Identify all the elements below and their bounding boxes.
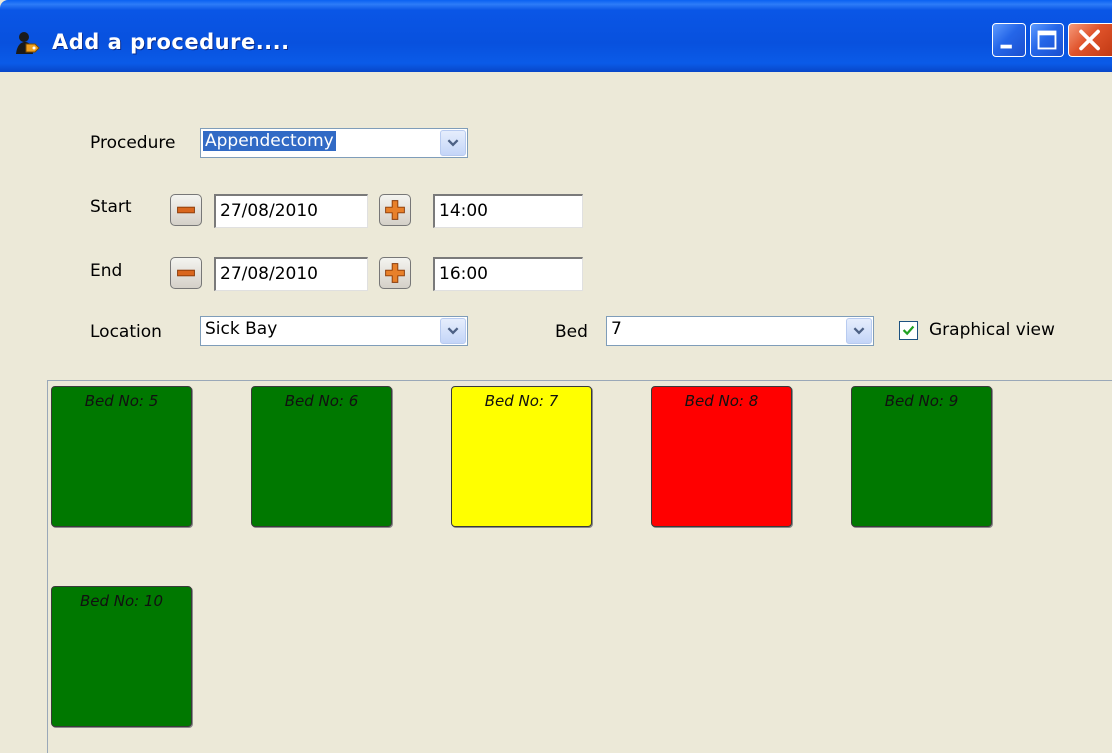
start-date-increment-button[interactable] xyxy=(379,194,411,226)
start-date-value: 27/08/2010 xyxy=(220,201,318,221)
bed-tile[interactable]: Bed No: 6 xyxy=(251,386,392,527)
minimize-icon xyxy=(1000,44,1012,49)
start-time-value: 14:00 xyxy=(439,201,488,221)
bed-tile-label: Bed No: 10 xyxy=(79,592,164,610)
bed-select[interactable]: 7 xyxy=(606,316,874,346)
bed-tile-label: Bed No: 9 xyxy=(884,392,959,410)
maximize-icon xyxy=(1037,30,1057,50)
end-label: End xyxy=(90,261,123,281)
window-title: Add a procedure.... xyxy=(52,30,290,54)
end-date-value: 27/08/2010 xyxy=(220,264,318,284)
checkmark-icon xyxy=(902,325,915,336)
bed-tile-label: Bed No: 6 xyxy=(284,392,359,410)
graphical-view-label[interactable]: Graphical view xyxy=(929,320,1055,340)
start-date-decrement-button[interactable] xyxy=(170,194,202,226)
location-select[interactable]: Sick Bay xyxy=(200,316,468,346)
maximize-button[interactable] xyxy=(1030,23,1064,57)
minimize-button[interactable] xyxy=(992,23,1026,57)
end-time-value: 16:00 xyxy=(439,264,488,284)
end-date-field[interactable]: 27/08/2010 xyxy=(214,257,368,291)
add-procedure-window: Add a procedure.... Procedure Appendecto… xyxy=(0,0,1112,753)
end-date-increment-button[interactable] xyxy=(379,257,411,289)
bed-tile-label: Bed No: 8 xyxy=(684,392,759,410)
procedure-dropdown-button[interactable] xyxy=(440,130,466,156)
bed-tile[interactable]: Bed No: 8 xyxy=(651,386,792,527)
end-date-decrement-button[interactable] xyxy=(170,257,202,289)
procedure-value: Appendectomy xyxy=(203,131,336,151)
bed-graphical-view: Bed No: 5 Bed No: 6 Bed No: 7 Bed No: 8 … xyxy=(47,380,1112,753)
procedure-label: Procedure xyxy=(90,133,176,153)
location-dropdown-button[interactable] xyxy=(440,318,466,344)
start-label: Start xyxy=(90,197,132,217)
minus-icon xyxy=(177,269,195,277)
end-time-field[interactable]: 16:00 xyxy=(433,257,583,291)
graphical-view-checkbox[interactable] xyxy=(899,321,918,340)
bed-value: 7 xyxy=(611,319,622,339)
bed-dropdown-button[interactable] xyxy=(846,318,872,344)
app-icon xyxy=(16,32,40,54)
location-value: Sick Bay xyxy=(205,319,278,339)
bed-tile[interactable]: Bed No: 9 xyxy=(851,386,992,527)
title-bar[interactable]: Add a procedure.... xyxy=(0,0,1112,72)
location-label: Location xyxy=(90,322,162,342)
bed-tile[interactable]: Bed No: 5 xyxy=(51,386,192,527)
bed-label: Bed xyxy=(555,322,588,342)
chevron-down-icon xyxy=(447,139,459,147)
bed-tile-label: Bed No: 7 xyxy=(484,392,559,410)
start-time-field[interactable]: 14:00 xyxy=(433,194,583,228)
close-button[interactable] xyxy=(1068,23,1112,57)
chevron-down-icon xyxy=(853,327,865,335)
bed-tile[interactable]: Bed No: 10 xyxy=(51,586,192,727)
start-date-field[interactable]: 27/08/2010 xyxy=(214,194,368,228)
bed-tile[interactable]: Bed No: 7 xyxy=(451,386,592,527)
close-icon xyxy=(1079,29,1100,51)
bed-tile-label: Bed No: 5 xyxy=(84,392,159,410)
procedure-select[interactable]: Appendectomy xyxy=(200,128,468,158)
minus-icon xyxy=(177,206,195,214)
plus-icon xyxy=(385,263,405,283)
plus-icon xyxy=(385,200,405,220)
chevron-down-icon xyxy=(447,327,459,335)
